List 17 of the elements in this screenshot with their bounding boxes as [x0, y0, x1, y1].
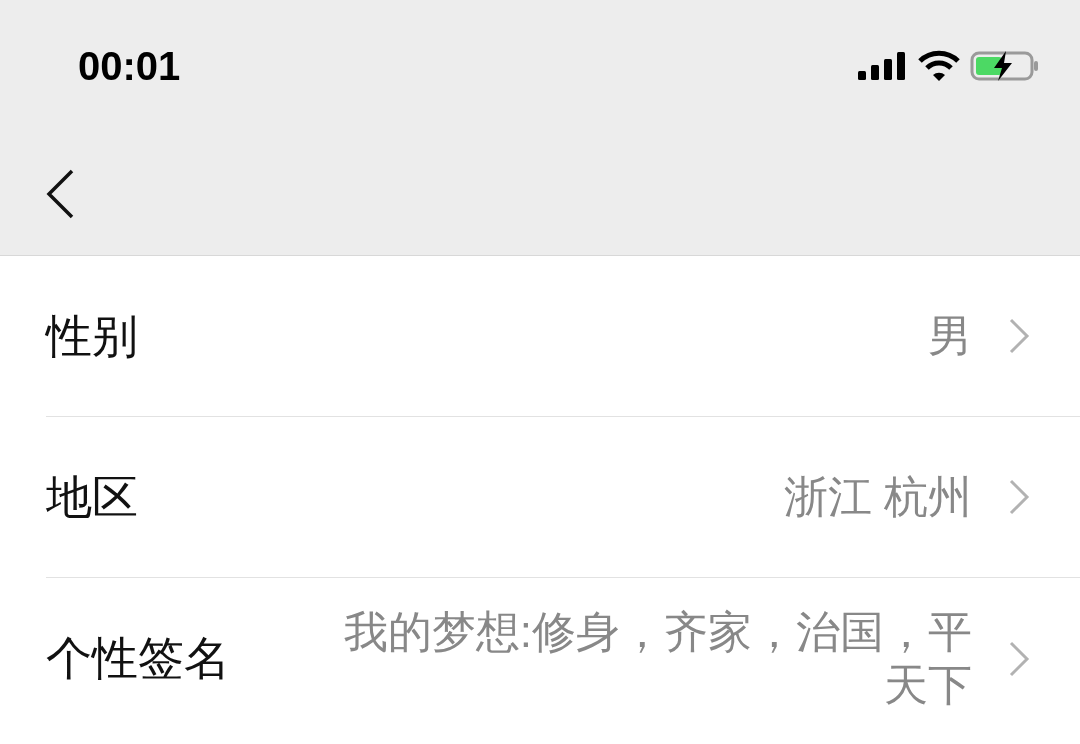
row-value: 我的梦想:修身，齐家，治国，平天下 — [342, 605, 972, 711]
row-label: 性别 — [46, 309, 138, 364]
signal-icon — [858, 52, 908, 80]
row-value: 浙江 杭州 — [783, 471, 972, 524]
wifi-icon — [918, 50, 960, 82]
chevron-right-icon — [1008, 317, 1030, 356]
row-label: 个性签名 — [46, 631, 230, 686]
chevron-right-icon — [1008, 478, 1030, 517]
chevron-right-icon — [1008, 639, 1030, 678]
row-value: 男 — [928, 310, 972, 363]
back-icon — [44, 167, 76, 220]
row-label: 地区 — [46, 470, 138, 525]
settings-row[interactable]: 性别 男 — [0, 256, 1080, 417]
battery-charging-icon — [970, 50, 1040, 82]
settings-row[interactable]: 地区 浙江 杭州 — [0, 417, 1080, 578]
status-time: 00:01 — [78, 43, 181, 90]
settings-row[interactable]: 个性签名 我的梦想:修身，齐家，治国，平天下 — [0, 578, 1080, 739]
